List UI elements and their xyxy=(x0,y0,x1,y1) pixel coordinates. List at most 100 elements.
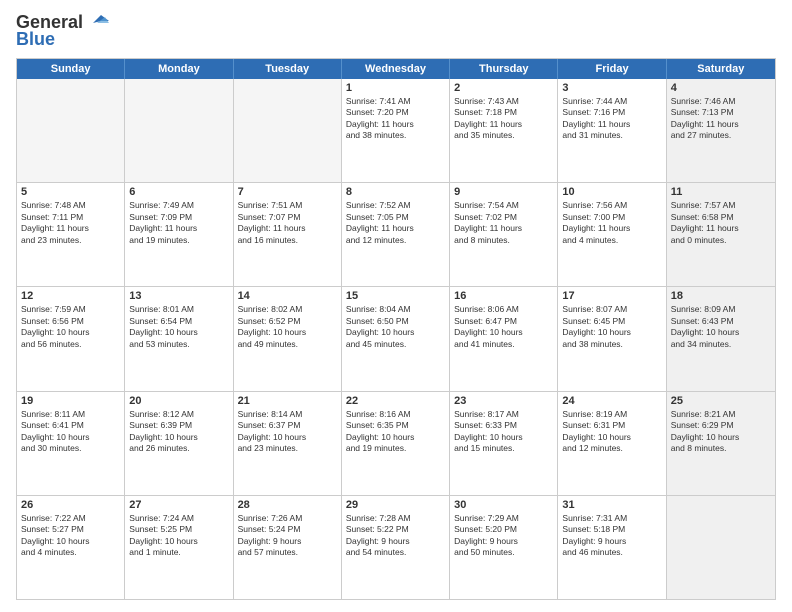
calendar-cell-r3c5: 24 Sunrise: 8:19 AM Sunset: 6:31 PM Dayli… xyxy=(558,392,666,495)
day-number: 19 xyxy=(21,395,120,407)
day-number: 26 xyxy=(21,499,120,511)
day-number: 20 xyxy=(129,395,228,407)
calendar-cell-r4c2: 28 Sunrise: 7:26 AM Sunset: 5:24 PM Dayli… xyxy=(234,496,342,599)
calendar-cell-r0c4: 2Sunrise: 7:43 AM Sunset: 7:18 PM Daylig… xyxy=(450,79,558,182)
calendar-cell-r4c6 xyxy=(667,496,775,599)
cell-info: Sunrise: 7:44 AM Sunset: 7:16 PM Dayligh… xyxy=(562,96,661,142)
day-number: 29 xyxy=(346,499,445,511)
day-number: 9 xyxy=(454,186,553,198)
cell-info: Sunrise: 8:21 AM Sunset: 6:29 PM Dayligh… xyxy=(671,409,771,455)
calendar-cell-r4c3: 29 Sunrise: 7:28 AM Sunset: 5:22 PM Dayli… xyxy=(342,496,450,599)
cell-info: Sunrise: 8:06 AM Sunset: 6:47 PM Dayligh… xyxy=(454,304,553,350)
cell-info: Sunrise: 7:29 AM Sunset: 5:20 PM Dayligh… xyxy=(454,513,553,559)
day-number: 12 xyxy=(21,290,120,302)
day-number: 10 xyxy=(562,186,661,198)
day-number: 23 xyxy=(454,395,553,407)
page: General Blue SundayMondayTuesdayWednesda… xyxy=(0,0,792,612)
calendar-cell-r0c1 xyxy=(125,79,233,182)
day-number: 28 xyxy=(238,499,337,511)
cell-info: Sunrise: 8:14 AM Sunset: 6:37 PM Dayligh… xyxy=(238,409,337,455)
day-number: 14 xyxy=(238,290,337,302)
cell-info: Sunrise: 8:12 AM Sunset: 6:39 PM Dayligh… xyxy=(129,409,228,455)
calendar-cell-r2c5: 17 Sunrise: 8:07 AM Sunset: 6:45 PM Dayli… xyxy=(558,287,666,390)
cell-info: Sunrise: 7:24 AM Sunset: 5:25 PM Dayligh… xyxy=(129,513,228,559)
day-number: 22 xyxy=(346,395,445,407)
weekday-header-monday: Monday xyxy=(125,59,233,79)
logo-bird-icon xyxy=(87,13,109,31)
calendar-cell-r1c2: 7Sunrise: 7:51 AM Sunset: 7:07 PM Daylig… xyxy=(234,183,342,286)
calendar-cell-r0c0 xyxy=(17,79,125,182)
weekday-header-wednesday: Wednesday xyxy=(342,59,450,79)
weekday-header-friday: Friday xyxy=(558,59,666,79)
day-number: 24 xyxy=(562,395,661,407)
cell-info: Sunrise: 7:22 AM Sunset: 5:27 PM Dayligh… xyxy=(21,513,120,559)
calendar-body: 1Sunrise: 7:41 AM Sunset: 7:20 PM Daylig… xyxy=(17,79,775,599)
cell-info: Sunrise: 7:56 AM Sunset: 7:00 PM Dayligh… xyxy=(562,200,661,246)
day-number: 5 xyxy=(21,186,120,198)
calendar-header: SundayMondayTuesdayWednesdayThursdayFrid… xyxy=(17,59,775,79)
calendar-cell-r4c5: 31 Sunrise: 7:31 AM Sunset: 5:18 PM Dayli… xyxy=(558,496,666,599)
day-number: 17 xyxy=(562,290,661,302)
cell-info: Sunrise: 7:48 AM Sunset: 7:11 PM Dayligh… xyxy=(21,200,120,246)
day-number: 15 xyxy=(346,290,445,302)
cell-info: Sunrise: 8:02 AM Sunset: 6:52 PM Dayligh… xyxy=(238,304,337,350)
calendar-cell-r3c4: 23 Sunrise: 8:17 AM Sunset: 6:33 PM Dayli… xyxy=(450,392,558,495)
calendar-cell-r4c0: 26 Sunrise: 7:22 AM Sunset: 5:27 PM Dayli… xyxy=(17,496,125,599)
cell-info: Sunrise: 7:54 AM Sunset: 7:02 PM Dayligh… xyxy=(454,200,553,246)
calendar-row-1: 5 Sunrise: 7:48 AM Sunset: 7:11 PM Daylig… xyxy=(17,182,775,286)
cell-info: Sunrise: 7:26 AM Sunset: 5:24 PM Dayligh… xyxy=(238,513,337,559)
cell-info: Sunrise: 7:57 AM Sunset: 6:58 PM Dayligh… xyxy=(671,200,771,246)
calendar-cell-r2c6: 18 Sunrise: 8:09 AM Sunset: 6:43 PM Dayli… xyxy=(667,287,775,390)
cell-info: Sunrise: 7:49 AM Sunset: 7:09 PM Dayligh… xyxy=(129,200,228,246)
day-number: 2 xyxy=(454,82,553,94)
calendar-cell-r0c6: 4 Sunrise: 7:46 AM Sunset: 7:13 PM Daylig… xyxy=(667,79,775,182)
day-number: 25 xyxy=(671,395,771,407)
header: General Blue xyxy=(16,12,776,50)
day-number: 16 xyxy=(454,290,553,302)
calendar-cell-r1c3: 8Sunrise: 7:52 AM Sunset: 7:05 PM Daylig… xyxy=(342,183,450,286)
cell-info: Sunrise: 8:16 AM Sunset: 6:35 PM Dayligh… xyxy=(346,409,445,455)
cell-info: Sunrise: 8:17 AM Sunset: 6:33 PM Dayligh… xyxy=(454,409,553,455)
cell-info: Sunrise: 7:28 AM Sunset: 5:22 PM Dayligh… xyxy=(346,513,445,559)
calendar-cell-r4c1: 27Sunrise: 7:24 AM Sunset: 5:25 PM Dayli… xyxy=(125,496,233,599)
day-number: 1 xyxy=(346,82,445,94)
calendar-cell-r3c1: 20 Sunrise: 8:12 AM Sunset: 6:39 PM Dayli… xyxy=(125,392,233,495)
cell-info: Sunrise: 7:59 AM Sunset: 6:56 PM Dayligh… xyxy=(21,304,120,350)
calendar-cell-r1c0: 5 Sunrise: 7:48 AM Sunset: 7:11 PM Daylig… xyxy=(17,183,125,286)
day-number: 30 xyxy=(454,499,553,511)
logo-blue-text: Blue xyxy=(16,29,55,50)
day-number: 31 xyxy=(562,499,661,511)
day-number: 18 xyxy=(671,290,771,302)
calendar-cell-r2c2: 14 Sunrise: 8:02 AM Sunset: 6:52 PM Dayli… xyxy=(234,287,342,390)
weekday-header-saturday: Saturday xyxy=(667,59,775,79)
calendar-cell-r2c1: 13 Sunrise: 8:01 AM Sunset: 6:54 PM Dayli… xyxy=(125,287,233,390)
day-number: 13 xyxy=(129,290,228,302)
calendar-cell-r0c3: 1Sunrise: 7:41 AM Sunset: 7:20 PM Daylig… xyxy=(342,79,450,182)
cell-info: Sunrise: 7:52 AM Sunset: 7:05 PM Dayligh… xyxy=(346,200,445,246)
calendar-row-2: 12 Sunrise: 7:59 AM Sunset: 6:56 PM Dayli… xyxy=(17,286,775,390)
calendar: SundayMondayTuesdayWednesdayThursdayFrid… xyxy=(16,58,776,600)
cell-info: Sunrise: 8:07 AM Sunset: 6:45 PM Dayligh… xyxy=(562,304,661,350)
day-number: 11 xyxy=(671,186,771,198)
cell-info: Sunrise: 7:31 AM Sunset: 5:18 PM Dayligh… xyxy=(562,513,661,559)
calendar-cell-r2c4: 16 Sunrise: 8:06 AM Sunset: 6:47 PM Dayli… xyxy=(450,287,558,390)
calendar-cell-r2c0: 12 Sunrise: 7:59 AM Sunset: 6:56 PM Dayli… xyxy=(17,287,125,390)
calendar-cell-r1c1: 6 Sunrise: 7:49 AM Sunset: 7:09 PM Daylig… xyxy=(125,183,233,286)
cell-info: Sunrise: 7:46 AM Sunset: 7:13 PM Dayligh… xyxy=(671,96,771,142)
day-number: 6 xyxy=(129,186,228,198)
day-number: 4 xyxy=(671,82,771,94)
weekday-header-thursday: Thursday xyxy=(450,59,558,79)
calendar-cell-r4c4: 30 Sunrise: 7:29 AM Sunset: 5:20 PM Dayli… xyxy=(450,496,558,599)
calendar-cell-r3c6: 25 Sunrise: 8:21 AM Sunset: 6:29 PM Dayli… xyxy=(667,392,775,495)
cell-info: Sunrise: 8:01 AM Sunset: 6:54 PM Dayligh… xyxy=(129,304,228,350)
cell-info: Sunrise: 8:04 AM Sunset: 6:50 PM Dayligh… xyxy=(346,304,445,350)
calendar-cell-r1c4: 9 Sunrise: 7:54 AM Sunset: 7:02 PM Daylig… xyxy=(450,183,558,286)
calendar-cell-r1c6: 11 Sunrise: 7:57 AM Sunset: 6:58 PM Dayli… xyxy=(667,183,775,286)
weekday-header-tuesday: Tuesday xyxy=(234,59,342,79)
cell-info: Sunrise: 8:19 AM Sunset: 6:31 PM Dayligh… xyxy=(562,409,661,455)
calendar-row-3: 19Sunrise: 8:11 AM Sunset: 6:41 PM Dayli… xyxy=(17,391,775,495)
day-number: 3 xyxy=(562,82,661,94)
calendar-cell-r0c2 xyxy=(234,79,342,182)
cell-info: Sunrise: 8:09 AM Sunset: 6:43 PM Dayligh… xyxy=(671,304,771,350)
day-number: 21 xyxy=(238,395,337,407)
